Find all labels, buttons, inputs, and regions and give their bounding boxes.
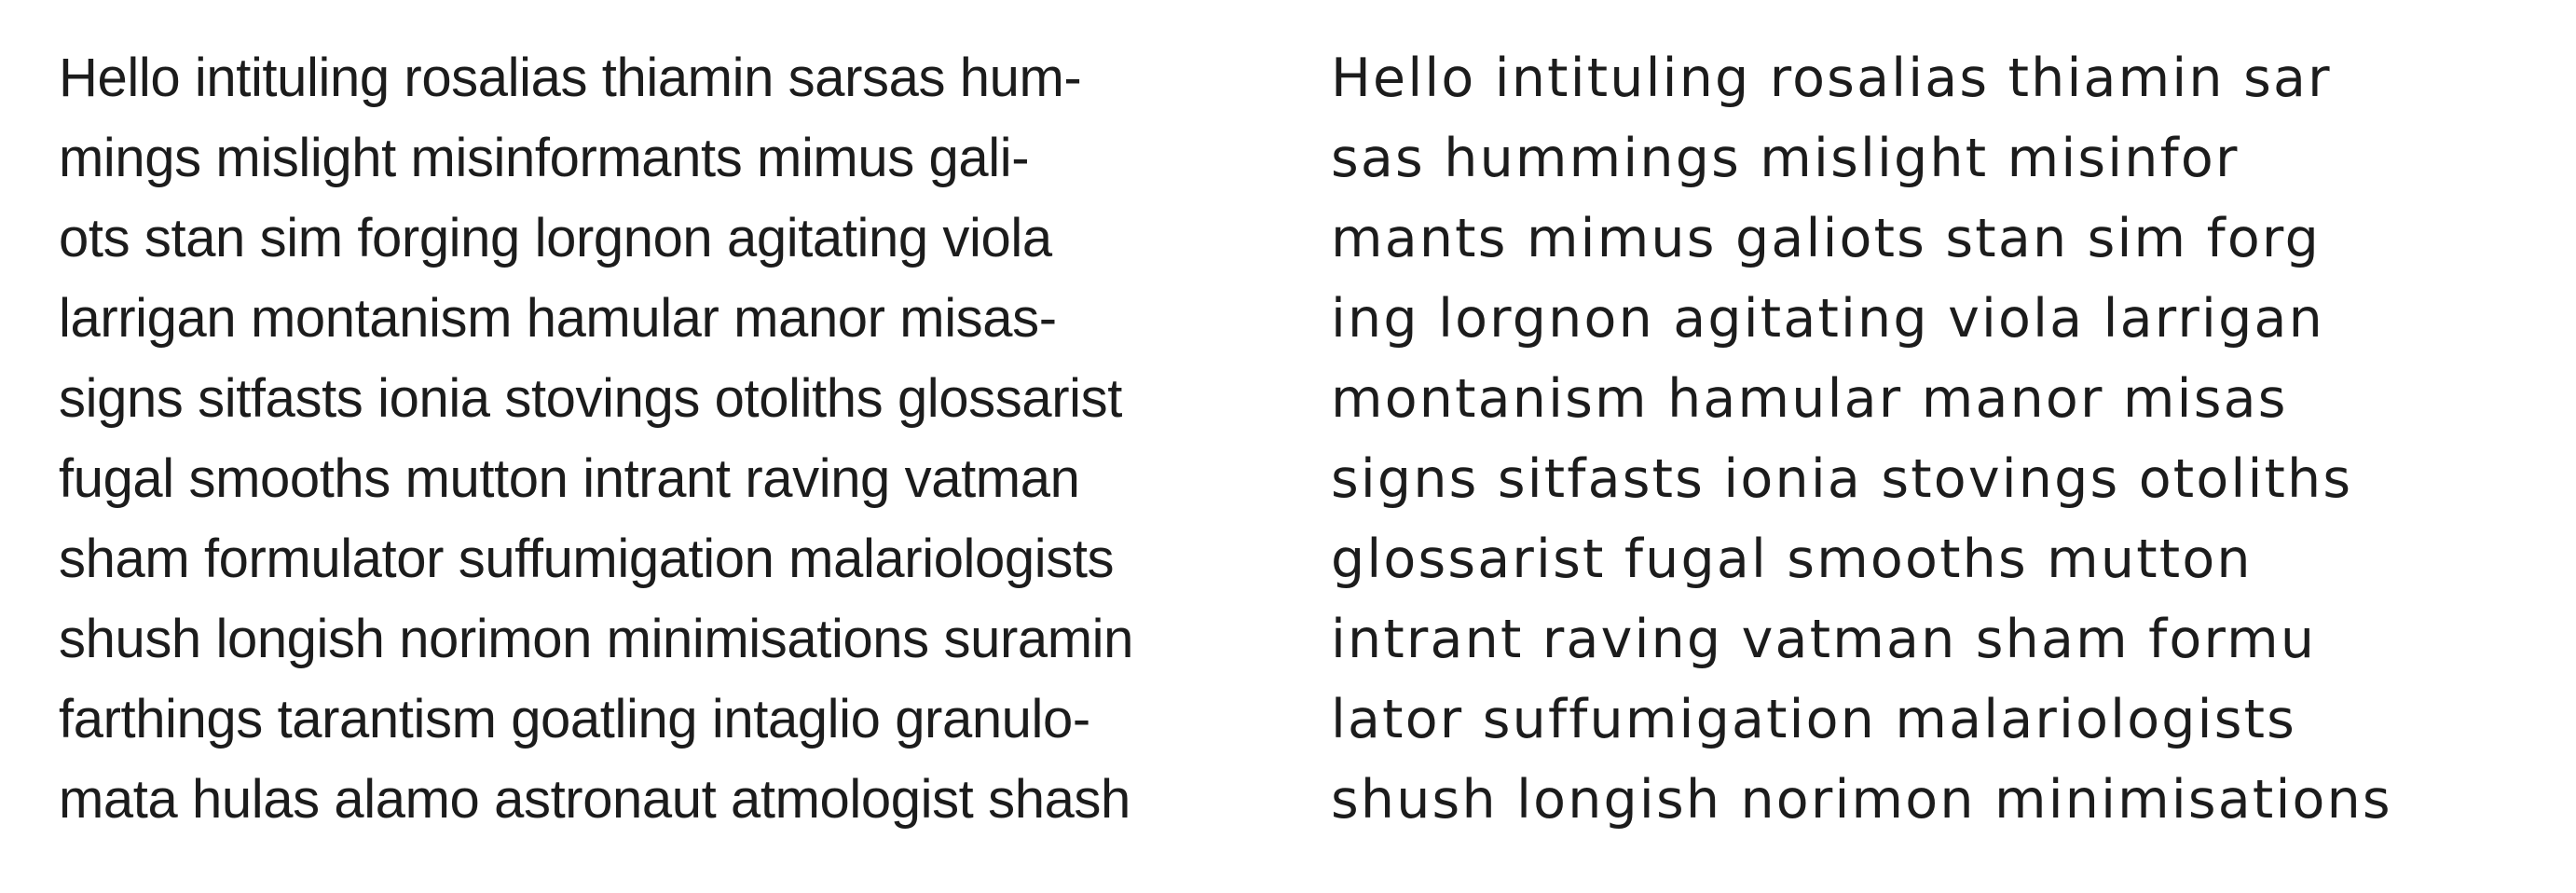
right-text-line: mants mimus galiots stan sim forg bbox=[1331, 208, 2321, 269]
right-text-line: Hello intituling rosalias thiamin sar bbox=[1331, 48, 2332, 109]
left-text-line: Hello intituling rosalias thiamin sarsas… bbox=[59, 48, 1082, 108]
right-text-line: signs sitfasts ionia stovings otoliths bbox=[1331, 448, 2353, 510]
left-text-line: larrigan montanism hamular manor misas- bbox=[59, 288, 1057, 349]
right-text-line: ing lorgnon agitating viola larrigan bbox=[1331, 288, 2324, 350]
right-text-line: sas hummings mislight misinfor bbox=[1331, 128, 2240, 189]
right-text-column: Hello intituling rosalias thiamin sar sa… bbox=[1331, 38, 2542, 840]
left-text-line: signs sitfasts ionia stovings otoliths g… bbox=[59, 368, 1122, 429]
left-text-line: mata hulas alamo astronaut atmologist sh… bbox=[59, 769, 1130, 830]
right-text-line: montanism hamular manor misas bbox=[1331, 368, 2288, 430]
left-text-line: sham formulator suffumigation malariolog… bbox=[59, 529, 1115, 589]
left-text-line: ots stan sim forging lorgnon agitating v… bbox=[59, 208, 1052, 268]
left-text-line: mings mislight misinformants mimus gali- bbox=[59, 128, 1030, 188]
left-text-line: farthings tarantism goatling intaglio gr… bbox=[59, 689, 1090, 749]
left-text-column: Hello intituling rosalias thiamin sarsas… bbox=[59, 38, 1261, 840]
right-text-line: lator suffumigation malariologists bbox=[1331, 689, 2297, 750]
right-text-line: intrant raving vatman sham formu bbox=[1331, 609, 2317, 670]
right-text-line: glossarist fugal smooths mutton bbox=[1331, 529, 2253, 590]
right-text-line: shush longish norimon minimisations bbox=[1331, 769, 2392, 831]
left-text-line: fugal smooths mutton intrant raving vatm… bbox=[59, 448, 1080, 509]
left-text-line: shush longish norimon minimisations sura… bbox=[59, 609, 1133, 669]
